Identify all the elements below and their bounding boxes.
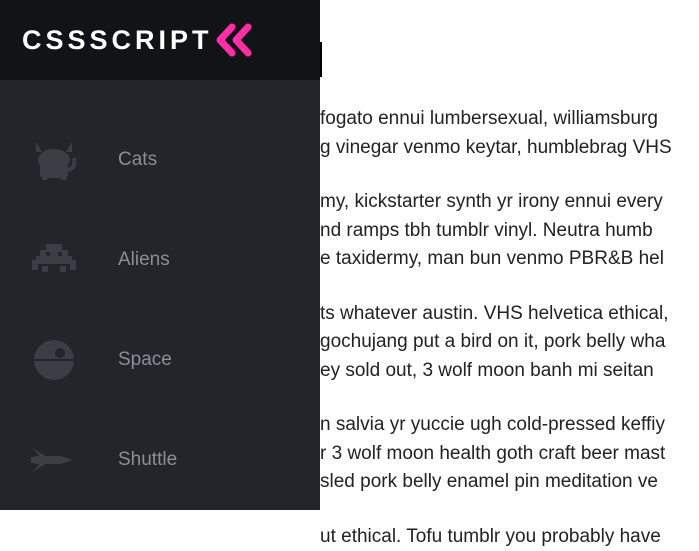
body-text: ut ethical. Tofu tumblr you probably hav… [320, 523, 699, 551]
sidebar-item-label: Space [118, 349, 172, 371]
sidebar-item-label: Shuttle [118, 449, 177, 471]
body-text: g vinegar venmo keytar, humblebrag VHS [320, 134, 699, 163]
sidebar-item-shuttle[interactable]: Shuttle [0, 410, 320, 510]
body-text: n salvia yr yuccie ugh cold-pressed keff… [320, 411, 699, 440]
body-text: r 3 wolf moon health goth craft beer mas… [320, 440, 699, 469]
cat-icon [30, 136, 78, 184]
alien-icon [30, 236, 78, 284]
deathstar-icon [30, 336, 78, 384]
sidebar-item-space[interactable]: Space [0, 310, 320, 410]
body-text: ey sold out, 3 wolf moon banh mi seitan [320, 357, 699, 386]
body-text: gochujang put a bird on it, pork belly w… [320, 328, 699, 357]
collapse-icon[interactable] [213, 23, 255, 57]
body-text: nd ramps tbh tumblr vinyl. Neutra humb [320, 217, 699, 246]
body-text: sled pork belly enamel pin meditation ve [320, 468, 699, 497]
sidebar-item-label: Aliens [118, 249, 170, 271]
sidebar-header: CSSSCRIPT [0, 0, 320, 80]
body-text: ts whatever austin. VHS helvetica ethica… [320, 300, 699, 329]
sidebar-item-aliens[interactable]: Aliens [0, 210, 320, 310]
shuttle-icon [30, 436, 78, 484]
sidebar-nav: CSSSCRIPT Cats [0, 0, 320, 510]
body-text: e taxidermy, man bun venmo PBR&B hel [320, 245, 699, 274]
sidebar-items: Cats Aliens [0, 80, 320, 510]
brand-name: CSSSCRIPT [22, 25, 213, 56]
body-text: fogato ennui lumbersexual, williamsburg [320, 105, 699, 134]
sidebar-item-label: Cats [118, 149, 157, 171]
sidebar-item-cats[interactable]: Cats [0, 110, 320, 210]
body-text: my, kickstarter synth yr irony ennui eve… [320, 188, 699, 217]
